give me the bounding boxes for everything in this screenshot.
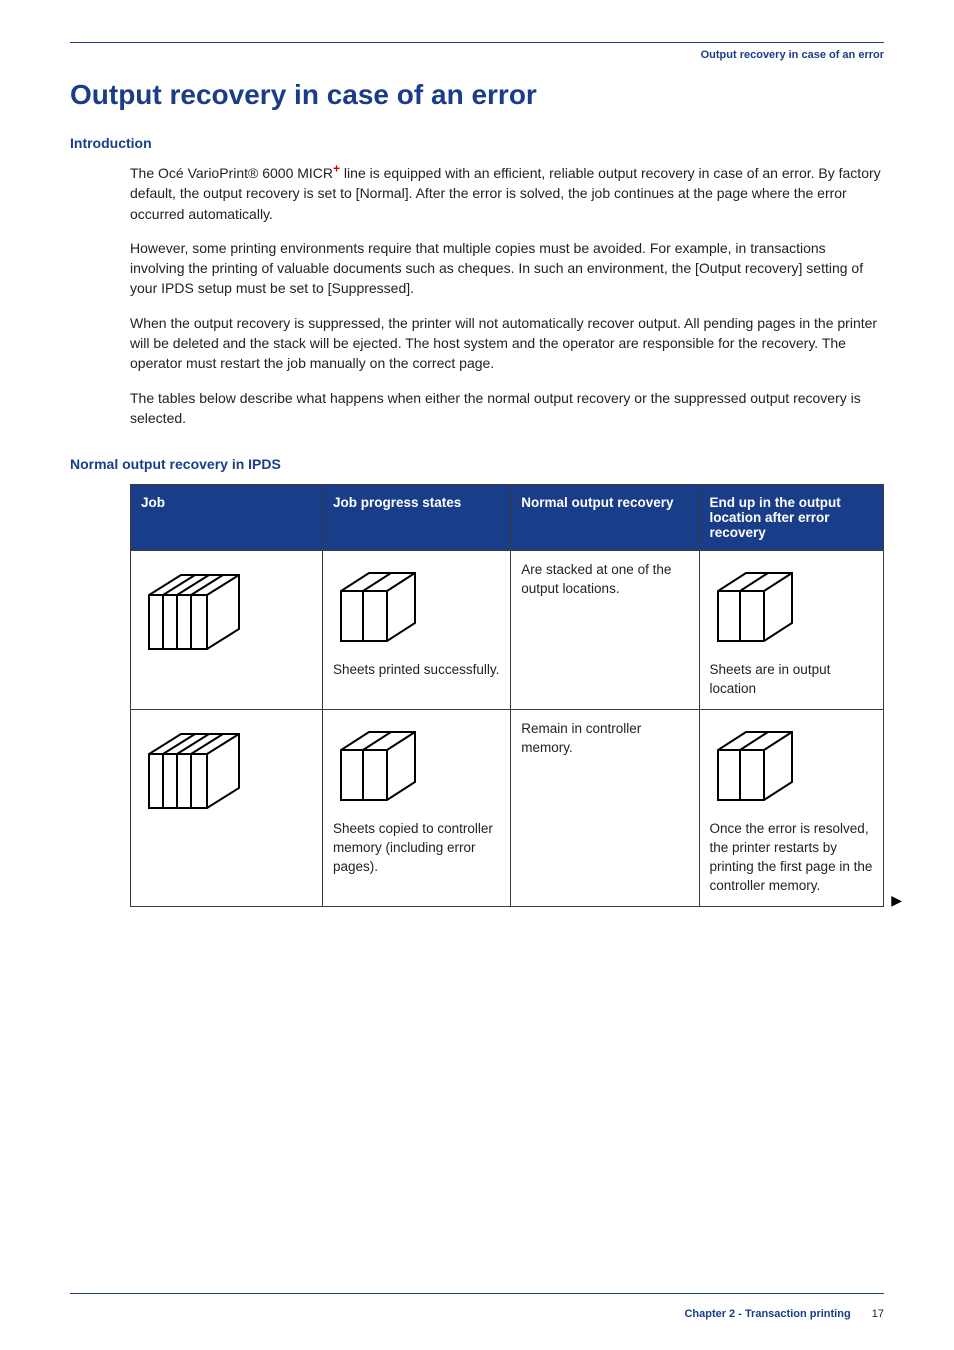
- intro-p1-a: The Océ VarioPrint® 6000 MICR: [130, 165, 333, 181]
- cell-endup-2: Once the error is resolved, the printer …: [699, 710, 884, 907]
- intro-p1: The Océ VarioPrint® 6000 MICR+ line is e…: [130, 163, 884, 224]
- cell-progress-2: Sheets copied to controller memory (incl…: [323, 710, 511, 907]
- page-title: Output recovery in case of an error: [70, 79, 884, 111]
- cell-progress-2-caption: Sheets copied to controller memory (incl…: [333, 820, 500, 877]
- cell-progress-1: Sheets printed successfully.: [323, 551, 511, 710]
- cell-job-1: [131, 551, 323, 710]
- paper-stack-icon: [333, 561, 425, 651]
- table-row: Sheets printed successfully. Are stacked…: [131, 551, 884, 710]
- footer-rule: [70, 1293, 884, 1294]
- intro-body: The Océ VarioPrint® 6000 MICR+ line is e…: [70, 163, 884, 428]
- top-rule: [70, 42, 884, 43]
- intro-p4: The tables below describe what happens w…: [130, 388, 884, 429]
- table-heading: Normal output recovery in IPDS: [70, 456, 884, 472]
- paper-stack-icon: [141, 561, 251, 659]
- cell-recovery-2: Remain in controller memory.: [511, 710, 699, 907]
- th-job: Job: [131, 485, 323, 551]
- cell-recovery-1: Are stacked at one of the output locatio…: [511, 551, 699, 710]
- table-row: Sheets copied to controller memory (incl…: [131, 710, 884, 907]
- running-header: Output recovery in case of an error: [70, 49, 884, 61]
- footer-chapter: Chapter 2 - Transaction printing: [684, 1308, 850, 1320]
- paper-stack-icon: [141, 720, 251, 818]
- th-recovery: Normal output recovery: [511, 485, 699, 551]
- plus-superscript: +: [333, 161, 340, 175]
- cell-progress-1-caption: Sheets printed successfully.: [333, 661, 500, 680]
- paper-stack-icon: [710, 561, 802, 651]
- cell-endup-2-caption: Once the error is resolved, the printer …: [710, 820, 874, 896]
- table-wrapper: Job Job progress states Normal output re…: [70, 484, 884, 906]
- th-progress: Job progress states: [323, 485, 511, 551]
- intro-heading: Introduction: [70, 135, 884, 151]
- footer-page-number: 17: [872, 1308, 884, 1320]
- intro-p3: When the output recovery is suppressed, …: [130, 313, 884, 374]
- ipds-table: Job Job progress states Normal output re…: [130, 484, 884, 906]
- cell-endup-1: Sheets are in output location: [699, 551, 884, 710]
- cell-endup-1-caption: Sheets are in output location: [710, 661, 874, 699]
- page-footer: Chapter 2 - Transaction printing 17: [684, 1308, 884, 1320]
- paper-stack-icon: [710, 720, 802, 810]
- cell-job-2: [131, 710, 323, 907]
- table-header-row: Job Job progress states Normal output re…: [131, 485, 884, 551]
- intro-p2: However, some printing environments requ…: [130, 238, 884, 299]
- th-endup: End up in the output location after erro…: [699, 485, 884, 551]
- continue-arrow-icon: ▶: [891, 892, 902, 909]
- paper-stack-icon: [333, 720, 425, 810]
